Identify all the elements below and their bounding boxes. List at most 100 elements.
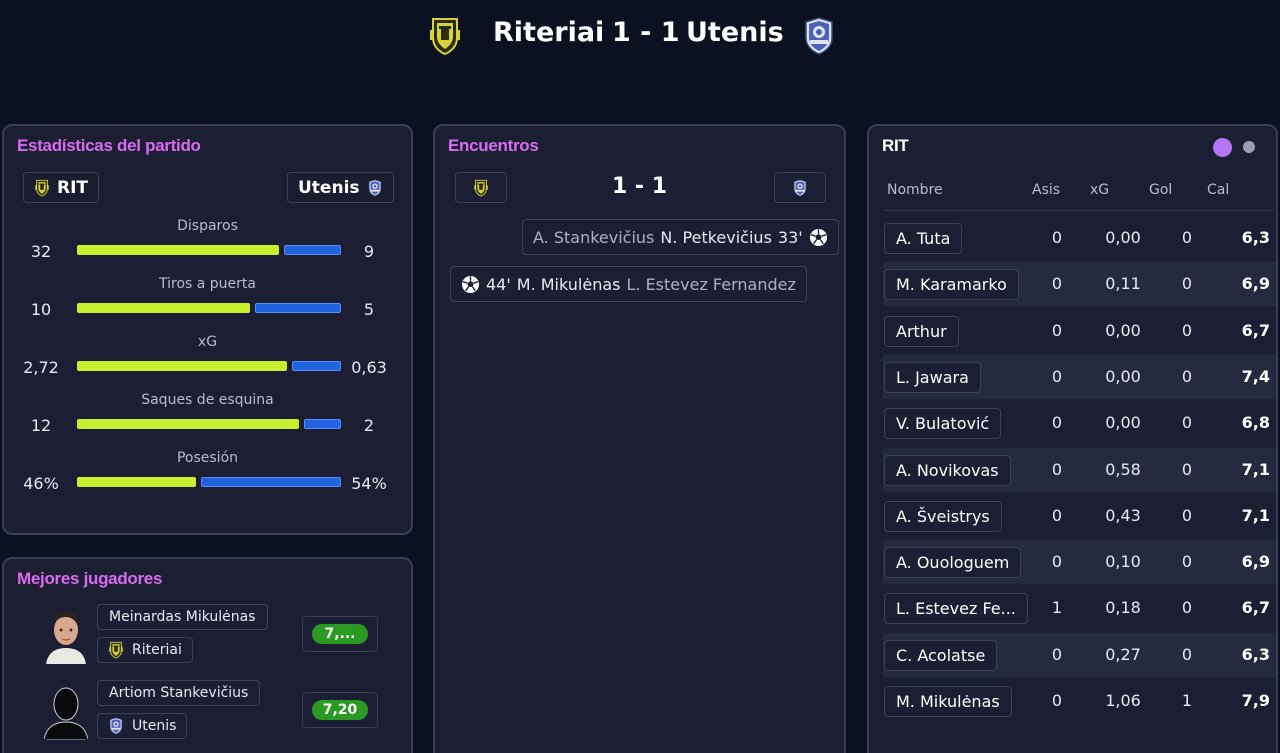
col-name[interactable]: Nombre xyxy=(887,182,943,198)
riteriai-crest-icon xyxy=(428,16,462,56)
stat-away-value: 0,63 xyxy=(351,358,387,377)
xg-cell: 0,27 xyxy=(1105,644,1141,664)
assists-cell: 0 xyxy=(1051,691,1063,710)
riteriai-crest-icon xyxy=(34,179,50,197)
soccer-ball-icon xyxy=(461,275,480,294)
event-assist: L. Estevez Fernandez xyxy=(626,274,796,294)
header-away-team: Utenis xyxy=(686,17,784,48)
xg-cell: 1,06 xyxy=(1105,691,1141,710)
assists-cell: 0 xyxy=(1051,320,1063,340)
stat-row: xG 2,72 0,63 xyxy=(4,334,411,384)
table-row[interactable]: C. Acolatse 0 0,27 0 6,3 xyxy=(883,632,1276,677)
stat-home-value: 32 xyxy=(30,242,52,261)
table-row[interactable]: Arthur 0 0,00 0 6,7 xyxy=(883,309,1276,353)
best-player-name: Meinardas Mikulėnas xyxy=(97,604,268,630)
table-header: Nombre Asis xG Gol Cal xyxy=(869,182,1276,202)
xg-cell: 0,00 xyxy=(1105,413,1141,433)
best-player-card[interactable]: Artiom Stankevičius Utenis 7,20 xyxy=(4,680,411,746)
player-name: L. Estevez Fe... xyxy=(884,593,1028,625)
goal-event-away[interactable]: A. Stankevičius N. Petkevičius 33' xyxy=(522,219,839,255)
stat-row: Saques de esquina 12 2 xyxy=(4,392,411,442)
table-row[interactable]: M. Mikulėnas 0 1,06 1 7,9 xyxy=(883,679,1276,723)
stat-away-value: 9 xyxy=(363,242,375,261)
team-toggle-inactive[interactable] xyxy=(1243,141,1255,153)
event-assist: A. Stankevičius xyxy=(533,227,655,247)
table-row[interactable]: A. Tuta 0 0,00 0 6,3 xyxy=(883,216,1276,260)
stat-away-value: 54% xyxy=(351,474,387,493)
stat-bar xyxy=(77,361,341,371)
goals-cell: 0 xyxy=(1181,505,1193,525)
assists-cell: 0 xyxy=(1051,505,1063,525)
player-name: A. Šveistrys xyxy=(884,500,1002,532)
table-row[interactable]: L. Jawara 0 0,00 0 7,4 xyxy=(883,354,1276,399)
rating-cell: 6,7 xyxy=(1241,320,1270,340)
away-crest-box xyxy=(774,172,826,203)
assists-cell: 0 xyxy=(1051,228,1063,247)
table-row[interactable]: M. Karamarko 0 0,11 0 6,9 xyxy=(883,262,1276,307)
stat-home-value: 46% xyxy=(23,474,59,493)
col-goals[interactable]: Gol xyxy=(1149,182,1172,198)
goals-cell: 0 xyxy=(1181,413,1193,433)
player-name: Arthur xyxy=(884,315,959,347)
goals-cell: 0 xyxy=(1181,228,1193,247)
stat-row: Tiros a puerta 10 5 xyxy=(4,276,411,326)
home-bar xyxy=(77,303,250,313)
assists-cell: 0 xyxy=(1051,413,1063,433)
stat-bar xyxy=(77,477,341,487)
stat-label: xG xyxy=(197,334,218,350)
player-stats-panel: RIT Nombre Asis xG Gol Cal A. Tuta 0 0,00 0… xyxy=(867,124,1278,753)
away-bar xyxy=(284,245,341,255)
player-name: M. Karamarko xyxy=(884,269,1019,301)
goals-cell: 0 xyxy=(1181,644,1193,664)
assists-cell: 0 xyxy=(1051,366,1063,386)
best-players-title: Mejores jugadores xyxy=(17,569,163,588)
away-bar xyxy=(291,361,341,371)
table-row[interactable]: A. Šveistrys 0 0,43 0 7,1 xyxy=(883,494,1276,538)
stat-label: Posesión xyxy=(176,450,239,466)
assists-cell: 0 xyxy=(1051,644,1063,664)
xg-cell: 0,11 xyxy=(1105,274,1141,294)
stats-title: Estadísticas del partido xyxy=(17,136,201,155)
player-avatar-placeholder xyxy=(42,680,90,740)
utenis-crest-icon xyxy=(108,717,124,735)
utenis-crest-icon xyxy=(792,179,808,197)
goal-event-home[interactable]: 44' M. Mikulėnas L. Estevez Fernandez xyxy=(450,266,807,302)
event-minute: 33' xyxy=(777,227,803,247)
best-players-panel: Mejores jugadores Meinardas Mikulėnas Ri… xyxy=(2,557,413,753)
best-player-card[interactable]: Meinardas Mikulėnas Riteriai 7,... xyxy=(4,604,411,670)
team-toggle-active[interactable] xyxy=(1213,138,1232,157)
away-team-chip-label: Utenis xyxy=(298,177,360,198)
stat-row: Disparos 32 9 xyxy=(4,218,411,268)
header-score: 1 - 1 xyxy=(612,17,680,48)
player-table-title: RIT xyxy=(882,136,909,155)
home-team-chip: RIT xyxy=(23,172,100,203)
riteriai-crest-icon xyxy=(108,641,124,659)
xg-cell: 0,43 xyxy=(1105,505,1141,525)
table-row[interactable]: A. Ouologuem 0 0,10 0 6,9 xyxy=(883,540,1276,585)
table-row[interactable]: V. Bulatović 0 0,00 0 6,8 xyxy=(883,401,1276,445)
col-xg[interactable]: xG xyxy=(1090,182,1109,198)
rating-badge: 7,... xyxy=(312,624,368,644)
goals-cell: 1 xyxy=(1181,691,1193,710)
stat-home-value: 10 xyxy=(30,300,52,319)
away-bar xyxy=(254,303,341,313)
encounters-title: Encuentros xyxy=(448,136,539,155)
home-bar xyxy=(77,361,287,371)
rating-cell: 6,3 xyxy=(1241,228,1270,247)
goals-cell: 0 xyxy=(1181,598,1193,618)
xg-cell: 0,58 xyxy=(1105,459,1141,479)
rating-cell: 7,1 xyxy=(1241,505,1270,525)
stat-bar xyxy=(77,245,341,255)
xg-cell: 0,10 xyxy=(1105,552,1141,572)
goals-cell: 0 xyxy=(1181,552,1193,572)
best-player-rating: 7,20 xyxy=(302,692,378,728)
table-row[interactable]: A. Novikovas 0 0,58 0 7,1 xyxy=(883,447,1276,492)
stat-label: Tiros a puerta xyxy=(159,276,256,292)
rating-cell: 7,4 xyxy=(1241,366,1270,386)
col-assists[interactable]: Asis xyxy=(1032,182,1060,198)
table-row[interactable]: L. Estevez Fe... 1 0,18 0 6,7 xyxy=(883,586,1276,630)
rating-cell: 6,9 xyxy=(1241,274,1270,294)
home-bar xyxy=(77,477,197,487)
col-rating[interactable]: Cal xyxy=(1207,182,1229,198)
xg-cell: 0,00 xyxy=(1105,366,1141,386)
